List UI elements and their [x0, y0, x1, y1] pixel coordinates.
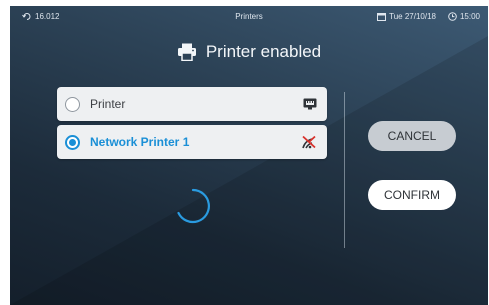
radio-network-printer-1[interactable]: [65, 134, 80, 150]
printer-label: Printer: [90, 97, 126, 111]
network-printer-label: Network Printer 1: [90, 135, 190, 149]
calendar-icon: [377, 13, 387, 21]
confirm-button[interactable]: CONFIRM: [368, 180, 456, 210]
cancel-button[interactable]: CANCEL: [368, 121, 456, 151]
date-time: Tue 27/10/18 15:00: [377, 12, 480, 21]
loading-spinner: [177, 188, 210, 224]
date-text: Tue 27/10/18: [389, 12, 436, 21]
printer-icon: [177, 43, 196, 61]
radio-printer[interactable]: [65, 96, 80, 112]
list-item-network-printer-1[interactable]: Network Printer 1: [57, 125, 327, 159]
clock-icon: [448, 12, 457, 21]
page-title: Printer enabled: [10, 42, 488, 62]
network-disconnected-icon: [301, 135, 317, 149]
wired-network-icon: [303, 98, 317, 110]
vertical-divider: [344, 92, 345, 248]
list-item-printer[interactable]: Printer: [57, 87, 327, 121]
printers-screen: 16.012 Printers Tue 27/10/18 15:00 Print…: [10, 6, 488, 305]
page-title-text: Printer enabled: [205, 42, 322, 61]
status-bar: 16.012 Printers Tue 27/10/18 15:00: [10, 6, 488, 28]
time-text: 15:00: [459, 12, 480, 21]
